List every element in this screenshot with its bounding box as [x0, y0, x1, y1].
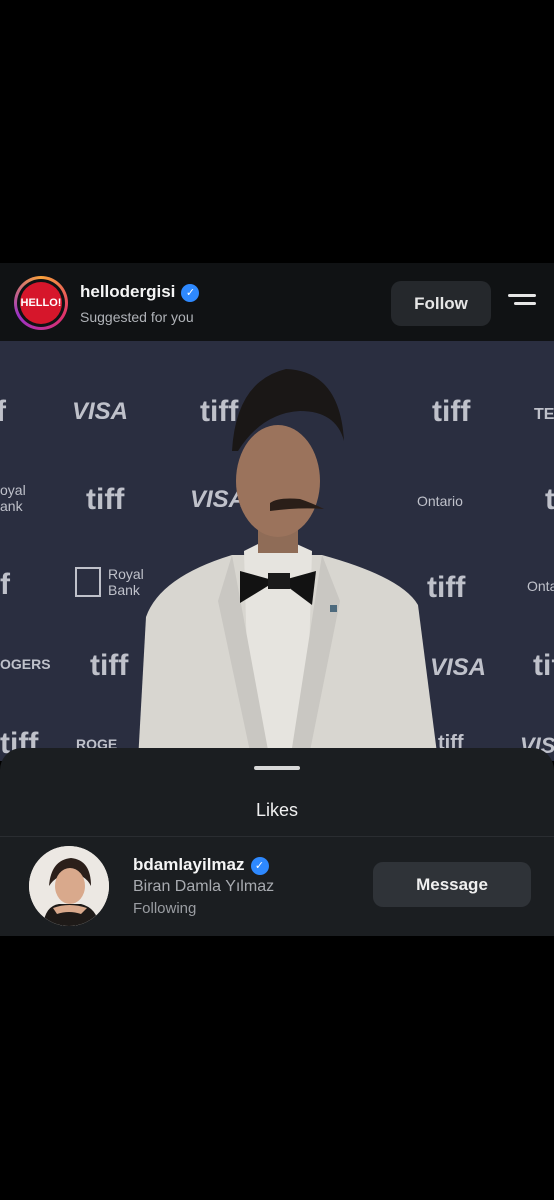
account-name-label: hellodergisi: [80, 282, 176, 301]
backdrop-logo: f: [0, 395, 7, 428]
verified-badge-icon: ✓: [181, 284, 200, 302]
backdrop-logo: ank: [0, 498, 24, 514]
backdrop-logo: VISA: [430, 654, 486, 681]
sheet-title: Likes: [255, 800, 299, 820]
backdrop-logo: tif: [533, 649, 554, 682]
backdrop-logo: tiff: [432, 395, 471, 428]
full-name: Biran Damla Yılmaz: [133, 878, 275, 895]
account-avatar[interactable]: HELLO!: [14, 276, 68, 330]
backdrop-logo: Ontario: [417, 493, 463, 509]
follow-button[interactable]: Follow: [391, 281, 491, 326]
backdrop-logo: Onta: [527, 578, 554, 594]
backdrop-logo: OGERS: [0, 656, 51, 672]
backdrop-logo: oyal: [0, 482, 26, 498]
backdrop-logo: tiff: [90, 649, 129, 682]
backdrop-logo: tiff: [427, 571, 466, 604]
sheet-drag-handle[interactable]: [254, 766, 300, 770]
backdrop-logo: f: [0, 568, 11, 601]
follow-status: Following: [133, 900, 197, 917]
likes-sheet: Likes bdamlayilmaz ✓ Biran Damla Yılmaz F…: [0, 748, 554, 936]
account-name[interactable]: hellodergisi ✓: [80, 282, 200, 302]
backdrop-logo: tiff: [86, 483, 125, 516]
list-item[interactable]: bdamlayilmaz ✓ Biran Damla Yılmaz Followi…: [0, 837, 554, 936]
backdrop-logo: Bank: [108, 582, 141, 598]
hello-logo: HELLO!: [20, 282, 62, 324]
suggested-label: Suggested for you: [80, 309, 194, 325]
username[interactable]: bdamlayilmaz ✓: [133, 855, 269, 875]
avatar[interactable]: [29, 846, 109, 926]
backdrop-logo: VISA: [72, 398, 128, 425]
menu-icon[interactable]: [508, 294, 536, 312]
backdrop-logo: Royal: [108, 566, 144, 582]
backdrop-logo: TE: [534, 406, 554, 423]
message-button[interactable]: Message: [373, 862, 531, 907]
backdrop-logo: t: [545, 483, 554, 516]
backdrop-logo: tiff: [200, 395, 239, 428]
verified-badge-icon: ✓: [250, 857, 269, 875]
username-label: bdamlayilmaz: [133, 855, 245, 874]
post-photo[interactable]: f VISA tiff tiff TE tiff VISA Ontario t …: [0, 341, 554, 761]
